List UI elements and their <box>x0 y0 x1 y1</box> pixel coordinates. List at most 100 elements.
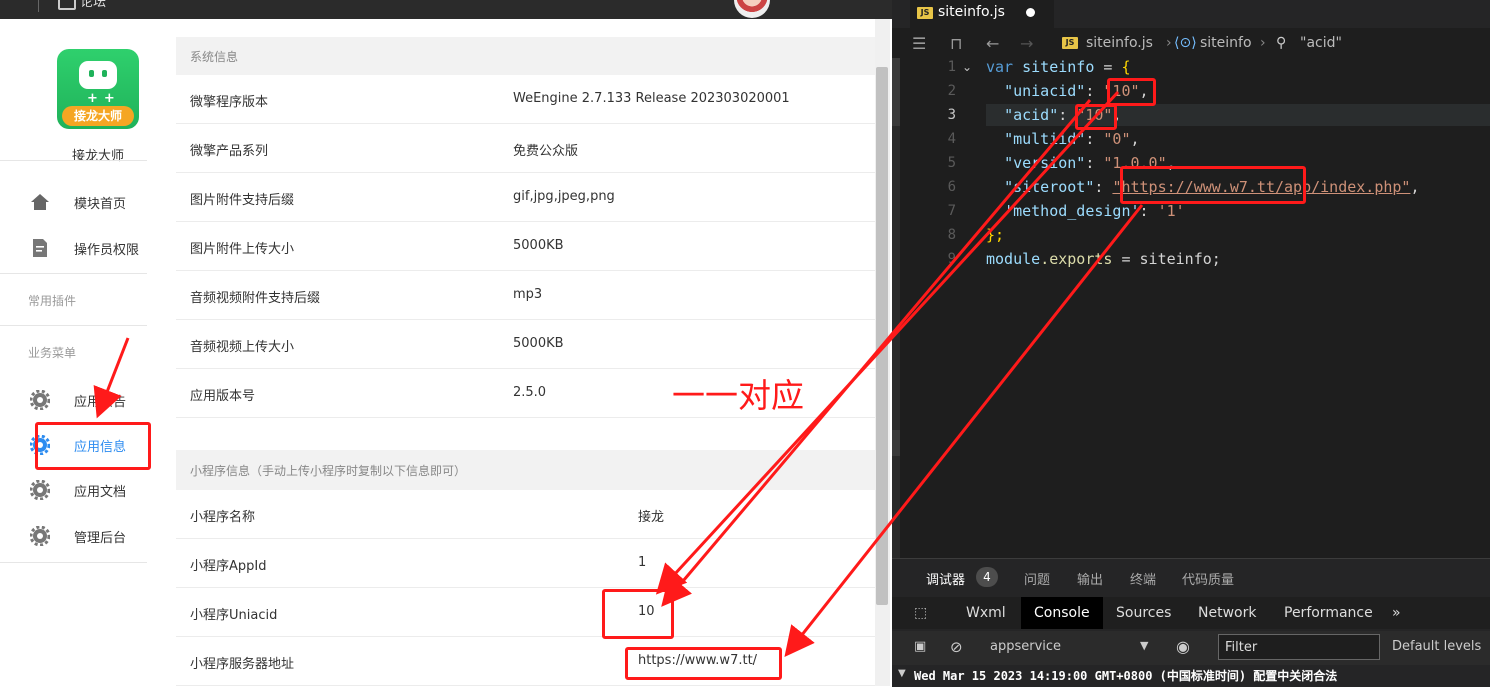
tab-problems[interactable]: 问题 <box>1024 569 1050 588</box>
row-key: 音频视频上传大小 <box>190 340 295 355</box>
filter-input[interactable]: Filter <box>1218 634 1380 660</box>
nav-item-label: 应用公告 <box>74 395 127 410</box>
eye-icon[interactable]: ◉ <box>1176 637 1190 656</box>
forum-icon[interactable] <box>58 0 76 10</box>
code-line-8[interactable]: }; <box>986 226 1004 244</box>
console-log-line: Wed Mar 15 2023 14:19:00 GMT+0800 (中国标准时… <box>914 669 1338 683</box>
avatar[interactable] <box>734 0 770 18</box>
row-key: 音频视频附件支持后缀 <box>190 291 321 306</box>
nav-item-label: 管理后台 <box>74 531 127 546</box>
tab-siteinfo-js[interactable]: JS siteinfo.js <box>910 0 1054 28</box>
tab-performance[interactable]: Performance <box>1284 605 1373 621</box>
row-value: 5000KB <box>513 336 564 351</box>
nav-item-label: 操作员权限 <box>74 243 140 258</box>
identifier-token: module <box>986 250 1041 268</box>
bottom-panel: 调试器 4 问题 输出 终端 代码质量 ⬚ Wxml Console Sourc… <box>892 558 1490 687</box>
inspect-element-icon[interactable]: ⬚ <box>914 605 927 621</box>
row-value: WeEngine 2.7.133 Release 202303020001 <box>513 91 790 106</box>
expand-arrow-icon[interactable]: ▼ <box>898 668 906 679</box>
line-number: 3 <box>947 107 956 123</box>
tab-label: siteinfo.js <box>938 4 1005 20</box>
row-key: 应用版本号 <box>190 389 256 404</box>
list-icon[interactable]: ☰ <box>912 34 926 53</box>
key-token: "multiid" <box>1004 130 1086 148</box>
code-line-1[interactable]: var siteinfo = { <box>986 58 1131 76</box>
code-line-9[interactable]: module.exports = siteinfo; <box>986 250 1221 268</box>
row-key: 微擎产品系列 <box>190 144 269 159</box>
row-value: 1 <box>638 555 647 570</box>
nav-item-label: 应用文档 <box>74 485 127 500</box>
log-levels-select[interactable]: Default levels <box>1392 639 1481 654</box>
brace-token: { <box>1121 58 1131 76</box>
dropdown-arrow-icon[interactable]: ▼ <box>1140 639 1148 652</box>
code-line-4[interactable]: "multiid": "0", <box>986 130 1139 148</box>
bookmark-icon[interactable]: ⊓ <box>950 34 962 53</box>
tab-network[interactable]: Network <box>1198 605 1256 621</box>
scrollbar-thumb[interactable] <box>876 67 888 605</box>
gear-icon <box>30 390 50 410</box>
key-token: "acid" <box>1004 106 1059 124</box>
line-number: 6 <box>947 179 956 195</box>
value-token: '1' <box>1157 202 1185 220</box>
key-token: "siteroot" <box>1004 178 1095 196</box>
tab-code-quality[interactable]: 代码质量 <box>1182 569 1234 588</box>
row-value: 2.5.0 <box>513 385 547 400</box>
nav-item-app-docs[interactable]: 应用文档 <box>0 470 147 510</box>
tab-debugger[interactable]: 调试器 <box>926 569 965 588</box>
sidebar-toggle-icon[interactable]: ▣ <box>914 639 926 654</box>
tab-console[interactable]: Console <box>1021 597 1103 629</box>
more-tabs-icon[interactable]: » <box>1392 605 1401 621</box>
code-line-7[interactable]: 'method_design': '1' <box>986 202 1185 220</box>
tab-terminal[interactable]: 终端 <box>1130 569 1156 588</box>
nav-item-app-notice[interactable]: 应用公告 <box>0 380 147 420</box>
row-key: 小程序Uniacid <box>190 608 278 623</box>
line-number: 2 <box>947 83 956 99</box>
top-divider <box>38 0 39 12</box>
row-value: 免费公众版 <box>513 144 579 159</box>
clear-console-icon[interactable]: ⊘ <box>950 638 963 656</box>
logo-text: 接龙大师 <box>62 106 134 126</box>
row-value: mp3 <box>513 287 543 302</box>
line-number: 9 <box>947 251 956 267</box>
chevron-down-icon[interactable]: ⌄ <box>962 60 972 74</box>
keyword-token: var <box>986 58 1014 76</box>
divider <box>0 562 147 563</box>
table-row: 小程序Uniacid 10 <box>176 588 875 637</box>
property-token: .exports <box>1040 250 1113 268</box>
tab-output[interactable]: 输出 <box>1077 569 1103 588</box>
nav-item-module-home[interactable]: 模块首页 <box>0 182 147 222</box>
value-token: "0" <box>1103 130 1131 148</box>
row-value: 5000KB <box>513 238 564 253</box>
statement-token: = siteinfo; <box>1112 250 1221 268</box>
section-common-plugins: 常用插件 <box>28 294 77 308</box>
row-key: 图片附件支持后缀 <box>190 193 295 208</box>
table-row: 图片附件支持后缀 gif,jpg,jpeg,png <box>176 173 875 222</box>
nav-item-operator-permissions[interactable]: 操作员权限 <box>0 228 147 268</box>
app-logo: ++ 接龙大师 <box>57 49 139 129</box>
breadcrumb-property[interactable]: "acid" <box>1300 35 1342 51</box>
chevron-right-icon: › <box>1260 35 1266 51</box>
forward-arrow-icon[interactable]: → <box>1020 34 1033 53</box>
context-select[interactable]: appservice <box>990 639 1061 654</box>
highlight-box-server-url <box>625 647 782 680</box>
tab-sources[interactable]: Sources <box>1116 605 1171 621</box>
js-file-icon: JS <box>917 7 933 19</box>
top-title[interactable]: 论坛 <box>80 0 106 10</box>
tab-wxml[interactable]: Wxml <box>966 605 1006 621</box>
unsaved-dot-icon[interactable] <box>1026 8 1035 17</box>
breadcrumb-symbol[interactable]: siteinfo <box>1200 35 1252 51</box>
gear-icon <box>30 526 50 546</box>
table-row: 微擎产品系列 免费公众版 <box>176 124 875 173</box>
nav-item-admin-backend[interactable]: 管理后台 <box>0 516 147 556</box>
breadcrumb-file[interactable]: siteinfo.js <box>1086 35 1153 51</box>
row-key: 小程序名称 <box>190 510 256 525</box>
gutter-mark <box>892 58 900 126</box>
variable-icon: ⟨⊙⟩ <box>1174 35 1197 51</box>
back-arrow-icon[interactable]: ← <box>986 34 999 53</box>
divider <box>0 160 147 161</box>
section-business-menu: 业务菜单 <box>28 346 77 360</box>
line-number: 8 <box>947 227 956 243</box>
row-key: 小程序服务器地址 <box>190 657 295 672</box>
table-row: 微擎程序版本 WeEngine 2.7.133 Release 202303020… <box>176 75 875 124</box>
highlight-box-uniacid <box>602 589 674 639</box>
